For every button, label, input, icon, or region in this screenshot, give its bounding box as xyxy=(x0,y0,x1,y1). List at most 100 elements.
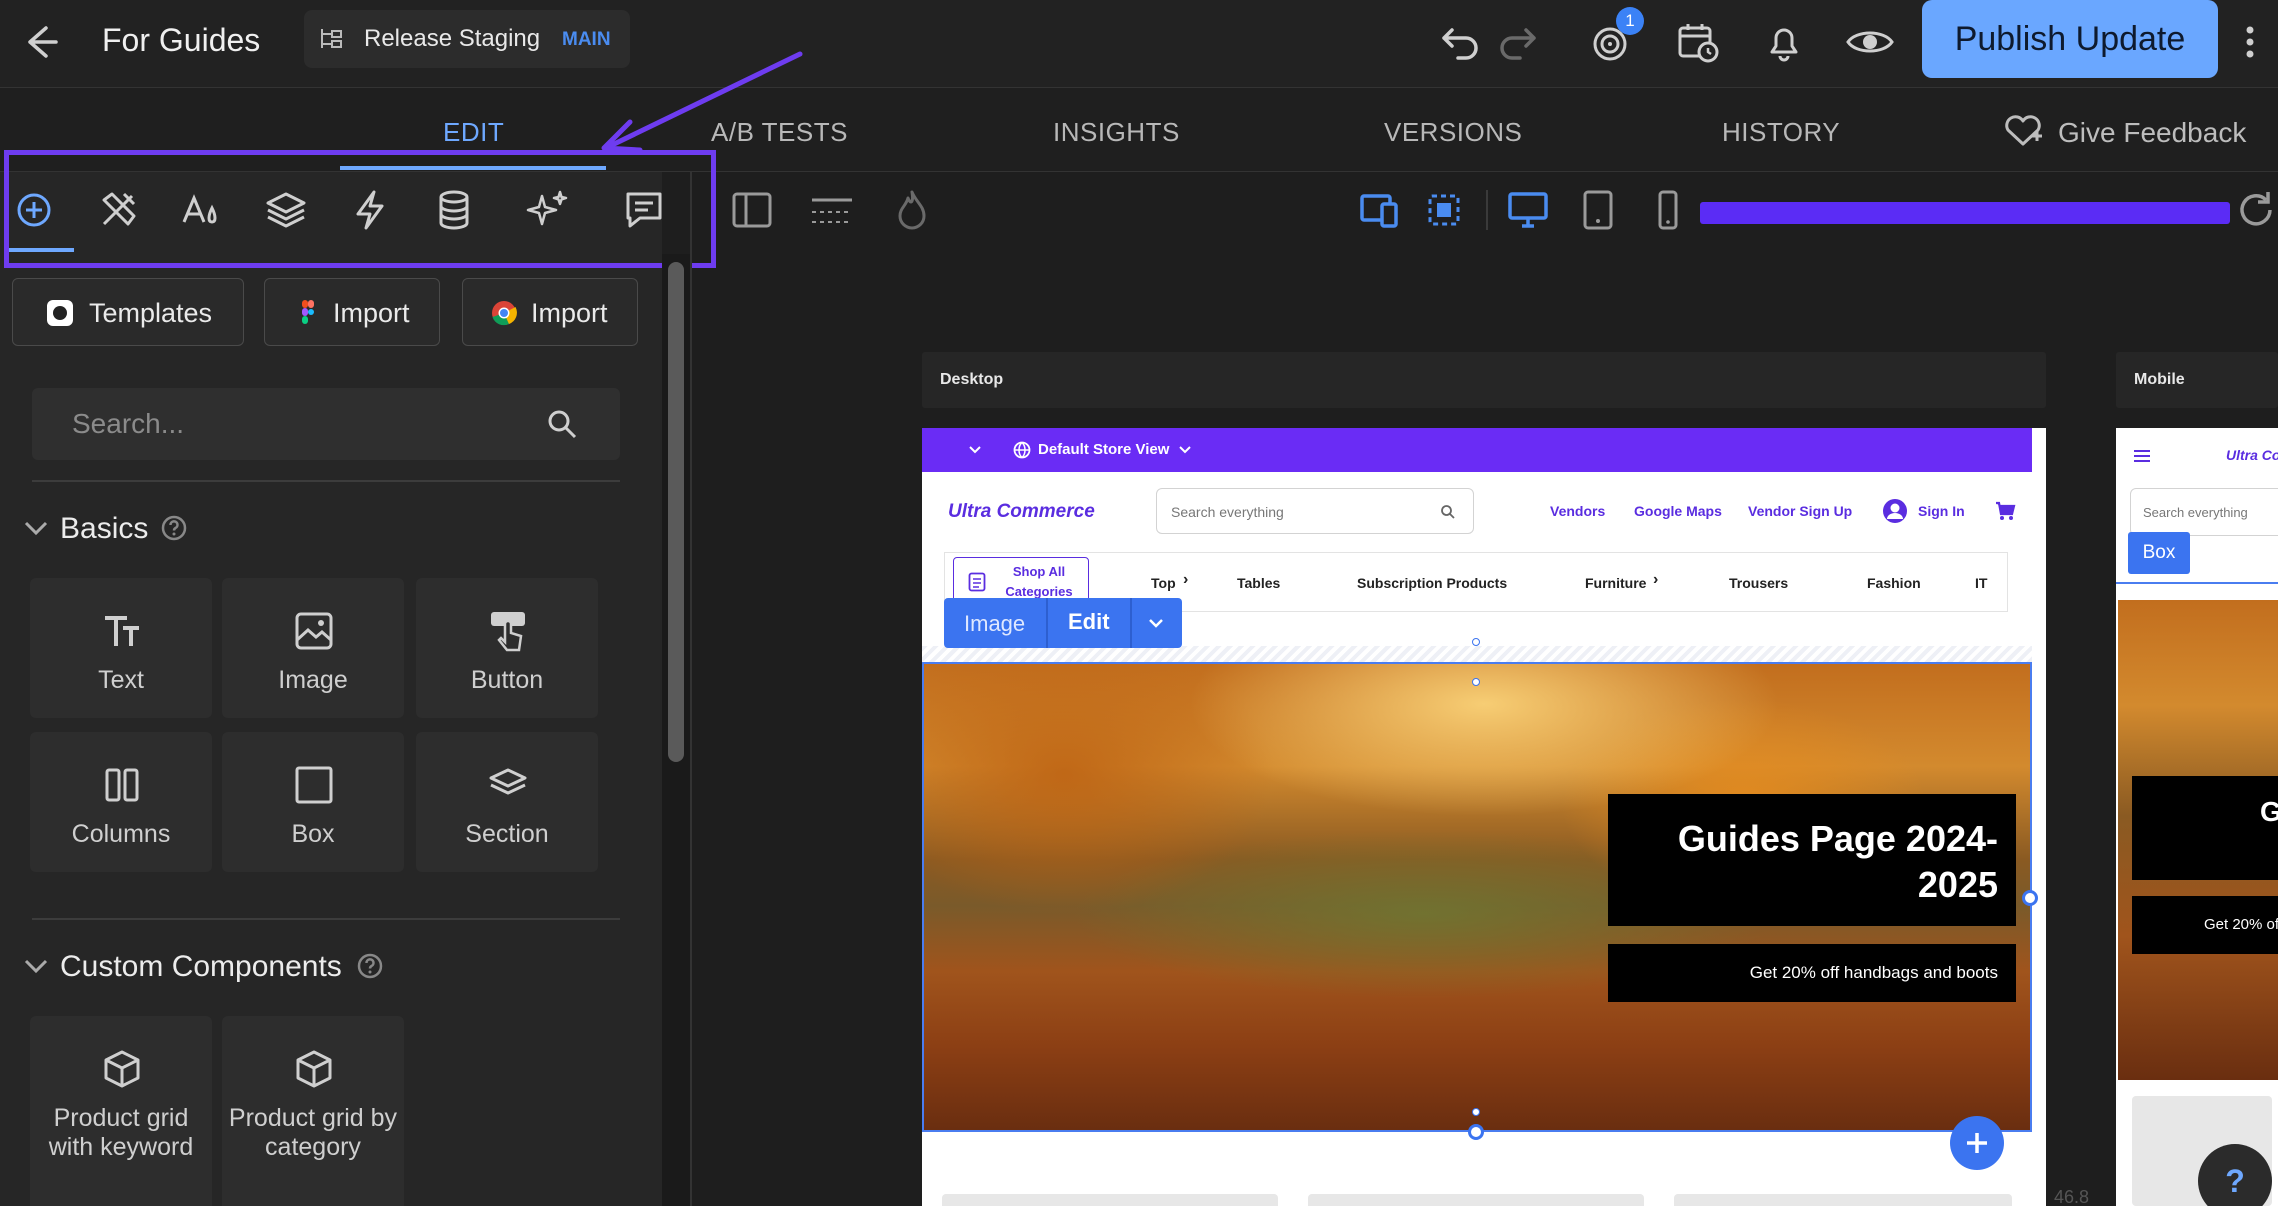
undo-icon[interactable] xyxy=(1436,18,1484,66)
button-component-tile[interactable]: Button xyxy=(416,578,598,718)
mobile-search-input[interactable]: Search everything xyxy=(2130,488,2278,536)
mobile-hero-title-box: G xyxy=(2132,776,2278,880)
section-component-tile[interactable]: Section xyxy=(416,732,598,872)
page-title: For Guides xyxy=(102,22,261,58)
help-circle-icon[interactable] xyxy=(160,514,188,542)
image-component-tile[interactable]: Image xyxy=(222,578,404,718)
site-search-placeholder: Search everything xyxy=(1171,504,1284,520)
box-square-icon xyxy=(295,766,333,804)
mobile-site-logo[interactable]: Ultra Co xyxy=(2226,446,2278,464)
mobile-view-icon[interactable] xyxy=(1644,186,1692,234)
bell-icon[interactable] xyxy=(1760,18,1808,66)
category-fashion[interactable]: Fashion xyxy=(1867,575,1921,591)
publish-update-button[interactable]: Publish Update xyxy=(1922,0,2218,78)
hero-image[interactable]: Guides Page 2024-2025 Get 20% off handba… xyxy=(922,662,2032,1132)
spacing-guides-icon[interactable] xyxy=(808,186,856,234)
box-tile-label: Box xyxy=(291,820,335,848)
responsive-devices-icon[interactable] xyxy=(1356,186,1404,234)
component-search-input[interactable]: Search... xyxy=(32,388,620,460)
category-tables[interactable]: Tables xyxy=(1237,575,1280,591)
search-icon[interactable] xyxy=(542,404,582,444)
product-grid-category-tile[interactable]: Product grid by category xyxy=(222,1016,404,1206)
site-search-input[interactable]: Search everything xyxy=(1156,488,1474,534)
chevron-down-icon[interactable] xyxy=(1144,611,1168,635)
text-component-tile[interactable]: Text xyxy=(30,578,212,718)
box-component-tile[interactable]: Box xyxy=(222,732,404,872)
category-furniture[interactable]: Furniture xyxy=(1585,575,1646,591)
hamburger-menu-icon[interactable] xyxy=(2132,448,2152,464)
chrome-import-label: Import xyxy=(531,298,608,328)
tab-insights[interactable]: INSIGHTS xyxy=(1053,116,1180,148)
back-arrow-icon[interactable] xyxy=(22,20,66,64)
button-tile-label: Button xyxy=(470,666,544,694)
branch-name: Release Staging xyxy=(364,25,541,52)
hero-title-box[interactable]: Guides Page 2024-2025 xyxy=(1608,794,2016,926)
box-selection-tag[interactable]: Box xyxy=(2128,532,2190,574)
panel-divider xyxy=(32,918,620,920)
toolbar-divider xyxy=(1486,190,1488,230)
sidebar-toggle-icon[interactable] xyxy=(728,186,776,234)
selection-dot[interactable] xyxy=(1472,1108,1480,1116)
basics-section-header[interactable]: Basics xyxy=(22,508,362,548)
nav-vendor-sign-up[interactable]: Vendor Sign Up xyxy=(1748,503,1852,519)
url-bar-redacted[interactable] xyxy=(1700,202,2230,224)
user-avatar-icon[interactable] xyxy=(1882,498,1908,524)
chevron-right-icon: › xyxy=(1183,571,1189,588)
panel-scrollbar[interactable] xyxy=(662,254,690,1206)
category-top[interactable]: Top xyxy=(1151,575,1176,591)
chrome-import-button[interactable]: Import xyxy=(462,278,638,346)
tab-versions[interactable]: VERSIONS xyxy=(1384,116,1522,148)
preview-eye-icon[interactable] xyxy=(1846,18,1894,66)
custom-components-section-header[interactable]: Custom Components xyxy=(22,946,422,986)
figma-import-button[interactable]: Import xyxy=(264,278,440,346)
more-options-icon[interactable] xyxy=(2240,18,2260,66)
flame-icon[interactable] xyxy=(888,186,936,234)
resize-handle-bottom[interactable] xyxy=(1468,1124,1484,1140)
toolbar-separator xyxy=(1046,598,1048,648)
desktop-site-preview[interactable]: Default Store View Ultra Commerce Search… xyxy=(922,428,2046,1206)
hero-subtitle-box[interactable]: Get 20% off handbags and boots xyxy=(1608,944,2016,1002)
redo-icon[interactable] xyxy=(1494,18,1542,66)
add-section-button[interactable] xyxy=(1950,1116,2004,1170)
hero-subtitle[interactable]: Get 20% off handbags and boots xyxy=(1750,963,1998,983)
scrollbar-thumb[interactable] xyxy=(668,262,684,762)
schedule-icon[interactable] xyxy=(1674,18,1722,66)
tab-history[interactable]: HISTORY xyxy=(1722,116,1840,148)
panel-divider xyxy=(32,480,620,482)
chrome-icon xyxy=(492,301,517,326)
category-trousers[interactable]: Trousers xyxy=(1729,575,1788,591)
edit-image-button[interactable]: Edit xyxy=(1068,610,1110,634)
section-layers-icon xyxy=(489,768,527,795)
search-icon[interactable] xyxy=(1439,503,1457,521)
templates-label: Templates xyxy=(89,298,213,328)
mobile-hero-image[interactable]: G Get 20% off xyxy=(2118,600,2278,1080)
cube-icon xyxy=(296,1050,332,1088)
templates-button[interactable]: Templates xyxy=(12,278,244,346)
category-subscription-products[interactable]: Subscription Products xyxy=(1357,575,1507,591)
resize-handle-right[interactable] xyxy=(2022,890,2038,906)
give-feedback-link[interactable]: Give Feedback xyxy=(2058,116,2246,150)
heart-feedback-icon[interactable] xyxy=(2002,110,2044,150)
desktop-view-icon[interactable] xyxy=(1504,186,1552,234)
selection-dot[interactable] xyxy=(1472,638,1480,646)
product-grid-keyword-tile[interactable]: Product grid with keyword xyxy=(30,1016,212,1206)
category-it[interactable]: IT xyxy=(1975,575,1987,591)
help-circle-icon[interactable] xyxy=(356,952,384,980)
hero-title[interactable]: Guides Page 2024-2025 xyxy=(1618,816,1998,908)
figma-import-label: Import xyxy=(333,298,410,328)
nav-google-maps[interactable]: Google Maps xyxy=(1634,503,1722,519)
tab-edit[interactable]: EDIT xyxy=(443,116,504,148)
selection-dot[interactable] xyxy=(1472,678,1480,686)
tablet-view-icon[interactable] xyxy=(1574,186,1622,234)
nav-sign-in[interactable]: Sign In xyxy=(1918,503,1965,519)
product-card-placeholder xyxy=(1674,1194,2012,1206)
site-logo[interactable]: Ultra Commerce xyxy=(948,500,1095,524)
nav-vendors[interactable]: Vendors xyxy=(1550,503,1605,519)
cart-icon[interactable] xyxy=(1994,500,2016,522)
select-frame-icon[interactable] xyxy=(1420,186,1468,234)
chevron-down-icon[interactable] xyxy=(968,444,982,456)
columns-component-tile[interactable]: Columns xyxy=(30,732,212,872)
refresh-icon[interactable] xyxy=(2232,186,2278,234)
cube-icon xyxy=(104,1050,140,1088)
store-view-selector[interactable]: Default Store View xyxy=(1038,441,1169,459)
